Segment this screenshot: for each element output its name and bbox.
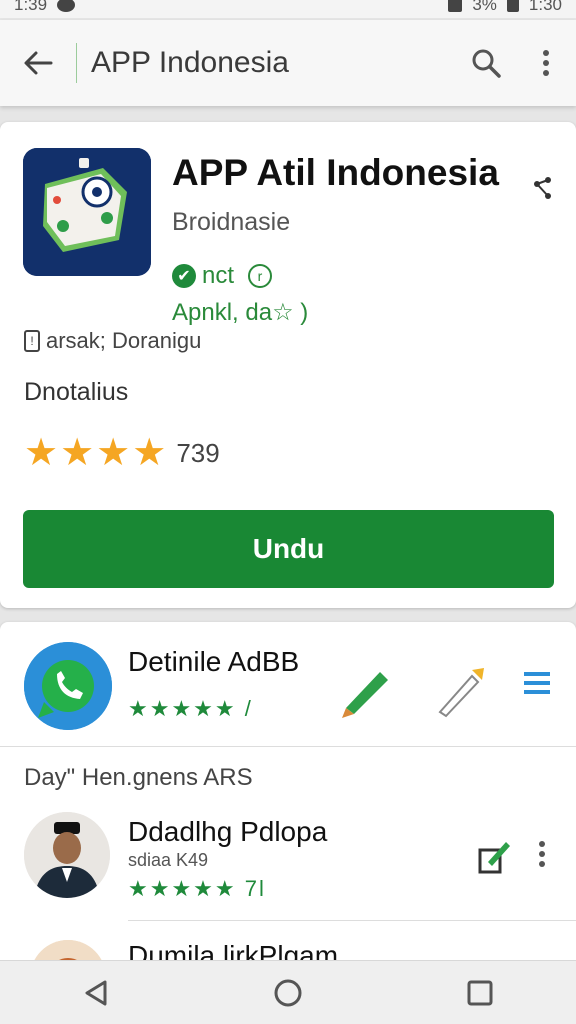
search-icon: [472, 49, 501, 78]
related-apps-card: Detinile AdBB ★★★★★ / Day" Hen.gnens ARS…: [0, 622, 576, 1016]
nav-home-button[interactable]: [258, 961, 318, 1024]
app-logo-icon: [23, 148, 151, 276]
info-circle-icon: r: [248, 264, 273, 288]
whatsapp-icon[interactable]: [24, 642, 112, 730]
rating-count: 739: [176, 437, 220, 468]
star-icon: ★: [24, 432, 59, 474]
ads-notice-text: arsak; Doranigu: [46, 328, 202, 353]
divider: [128, 920, 576, 921]
install-button[interactable]: Undu: [23, 510, 554, 588]
content-rating-text: Apnkl, da☆ ): [172, 299, 309, 326]
search-button[interactable]: [456, 20, 516, 106]
star-half-icon: ★: [132, 432, 167, 474]
divider: [0, 746, 576, 747]
more-vert-icon: [539, 841, 545, 867]
nav-recents-button[interactable]: [450, 961, 510, 1024]
circle-home-icon: [274, 979, 302, 1006]
edit-review-button[interactable]: [474, 836, 514, 881]
back-button[interactable]: [0, 20, 76, 106]
avatar[interactable]: [24, 812, 110, 898]
review-author-sub: sdiaa K49: [128, 850, 209, 870]
info-box-icon: !: [24, 330, 40, 352]
list-icon[interactable]: [522, 668, 552, 703]
review-more-button[interactable]: [538, 840, 558, 875]
arrow-left-icon: [24, 51, 53, 75]
featured-app-name[interactable]: Detinile AdBB: [128, 646, 299, 678]
page-title: APP Indonesia: [91, 46, 289, 79]
nav-back-button[interactable]: [66, 961, 126, 1024]
star-icon: ★: [60, 432, 95, 474]
app-bar: APP Indonesia: [0, 20, 576, 106]
more-vert-icon: [543, 50, 549, 76]
app-title: APP Atil Indonesia: [172, 152, 499, 193]
section-heading: Day" Hen.gnens ARS: [24, 764, 253, 791]
review-author-name[interactable]: Ddadlhg Pdlopa: [128, 816, 327, 848]
battery-icon: [506, 0, 519, 12]
ads-notice: ! arsak; Doranigu: [24, 328, 201, 354]
edit-icon: [478, 842, 510, 874]
badge-text: nct: [202, 262, 235, 289]
category-label[interactable]: Dnotalius: [24, 378, 128, 407]
developer-name[interactable]: Broidnasie: [172, 208, 290, 237]
overflow-menu-button[interactable]: [516, 20, 576, 106]
rating-stars: ★ ★ ★ ★ 739: [24, 434, 220, 472]
badge-row: ✔ nct r: [172, 262, 273, 290]
star-icon: ★: [96, 432, 131, 474]
featured-app-stars: ★★★★★ /: [128, 696, 253, 721]
status-time-right: 1:30: [528, 0, 562, 14]
verified-check-icon: ✔: [172, 264, 196, 288]
share-button[interactable]: [528, 174, 558, 204]
share-icon: [534, 177, 551, 199]
battery-level: 3%: [472, 0, 497, 14]
system-nav-bar: [0, 960, 576, 1024]
signal-icon: [448, 0, 463, 12]
pencil-green-icon[interactable]: [336, 658, 396, 723]
triangle-back-icon: [85, 980, 107, 1005]
square-recents-icon: [467, 980, 493, 1005]
review-stars: ★★★★★ 7l: [128, 876, 266, 901]
status-time: 1:39: [14, 0, 48, 14]
pencil-yellow-icon[interactable]: [432, 658, 492, 723]
notification-icon: [57, 0, 76, 12]
status-bar: 1:39 3% 1:30: [0, 0, 576, 18]
app-details-card: APP Atil Indonesia Broidnasie ✔ nct r Ap…: [0, 122, 576, 608]
